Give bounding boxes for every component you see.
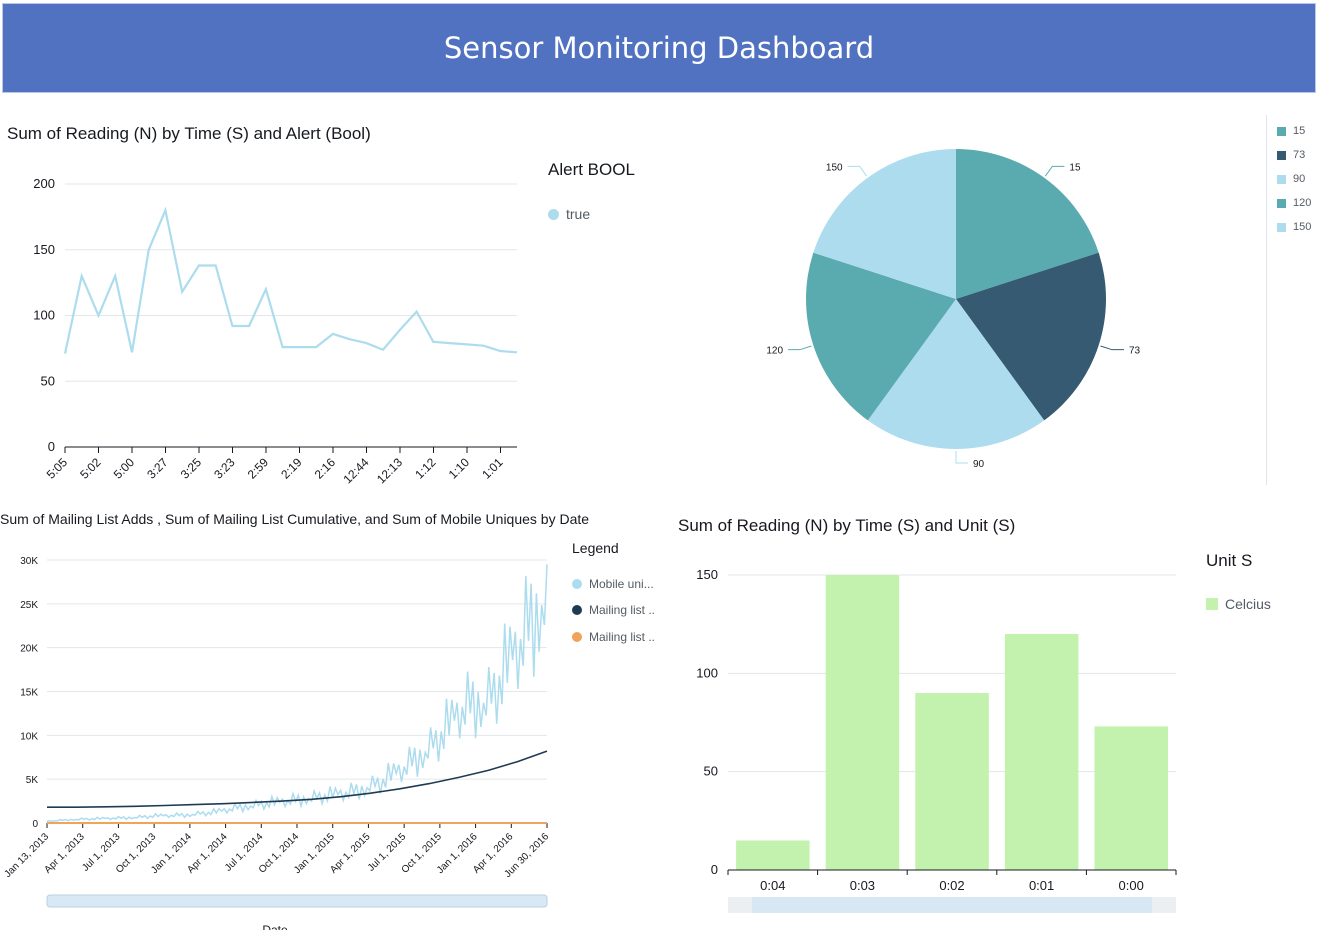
legend-swatch	[1277, 174, 1286, 184]
pie-legend-item[interactable]: 90	[1277, 173, 1305, 185]
y-tick-label: 50	[41, 373, 55, 388]
y-tick-label: 15K	[20, 688, 38, 699]
legend-item-label: Mailing list ..	[589, 630, 656, 644]
legend-swatch	[1206, 598, 1218, 610]
pie-legend-item[interactable]: 73	[1277, 149, 1305, 161]
x-tick-label: 5:00	[111, 455, 138, 482]
x-tick-label: 0:00	[1119, 878, 1144, 893]
pie-slice-label: 90	[973, 459, 985, 470]
y-tick-label: 5K	[26, 775, 39, 786]
bar	[1094, 726, 1168, 870]
legend-item-mobile-uniques[interactable]: Mobile uni...	[572, 577, 654, 591]
pie-leader-line	[1100, 345, 1124, 351]
y-tick-label: 20K	[20, 644, 38, 655]
line-alert-chart[interactable]: 0 50 100 150 200 5:05 5:02 5:00 3:27 3:25 3:23 2:59…	[0, 160, 540, 490]
y-tick-label: 0	[48, 439, 55, 454]
pie-legend-label: 73	[1293, 149, 1306, 161]
dashboard-title: Sensor Monitoring Dashboard	[443, 31, 875, 65]
legend-item-label: true	[566, 206, 591, 222]
bar-chart[interactable]: 0 50 100 150 0:04 0:03 0:02 0:01 0:00	[680, 555, 1200, 930]
mailing-legend-title: Legend	[572, 540, 619, 556]
y-tick-label: 10K	[20, 731, 38, 742]
pie-legend: 15 73 90 120 150	[1266, 115, 1320, 485]
pie-legend-item[interactable]: 150	[1277, 221, 1311, 233]
pie-slice-label: 15	[1069, 162, 1081, 173]
x-tick-label: 1:12	[412, 455, 439, 482]
x-tick-label: 5:05	[44, 455, 71, 482]
y-tick-label: 25K	[20, 600, 38, 611]
range-scrollbar-thumb	[752, 897, 1152, 913]
legend-swatch	[1277, 150, 1286, 160]
y-tick-label: 50	[704, 764, 718, 779]
y-tick-label: 30K	[20, 556, 38, 567]
legend-item-mailing-adds[interactable]: Mailing list ..	[572, 630, 655, 644]
x-tick-label: 1:01	[479, 455, 506, 482]
bar-legend-title: Unit S	[1206, 551, 1253, 570]
x-tick-label: Jan 13, 2013	[2, 831, 51, 880]
x-tick-label: 2:59	[245, 455, 272, 482]
pie-leader-line	[788, 345, 812, 351]
x-tick-label: 0:03	[850, 878, 875, 893]
bar	[825, 575, 900, 870]
pie-legend-label: 120	[1293, 197, 1312, 209]
x-tick-label: 12:13	[374, 455, 405, 486]
legend-item-mailing-cumulative[interactable]: Mailing list ..	[572, 603, 655, 617]
x-tick-label: 3:23	[211, 455, 238, 482]
legend-swatch	[1277, 222, 1286, 232]
y-tick-label: 150	[696, 567, 718, 582]
x-tick-label: 3:25	[178, 455, 205, 482]
pie-legend-item[interactable]: 15	[1277, 125, 1305, 137]
pie-legend-item[interactable]: 120	[1277, 197, 1311, 209]
y-tick-label: 100	[696, 665, 718, 680]
y-tick-label: 100	[33, 308, 55, 323]
x-tick-label: 3:27	[144, 455, 171, 482]
pie-leader-line	[955, 451, 968, 464]
y-tick-label: 150	[33, 242, 55, 257]
x-tick-label: 5:02	[77, 455, 104, 482]
pie-slice-label: 120	[766, 346, 783, 357]
bar	[736, 840, 810, 870]
legend-item-label: Mailing list ..	[589, 603, 656, 617]
bar-chart-title: Sum of Reading (N) by Time (S) and Unit …	[678, 516, 1016, 535]
range-scrollbar	[46, 894, 548, 908]
line-alert-chart-title: Sum of Reading (N) by Time (S) and Alert…	[7, 124, 371, 143]
x-tick-label: 12:44	[340, 455, 371, 486]
line-alert-legend-title: Alert BOOL	[548, 160, 635, 179]
y-tick-label: 0	[32, 819, 38, 830]
bar	[1004, 634, 1079, 870]
legend-swatch	[1277, 126, 1286, 136]
mailing-chart-title: Sum of Mailing List Adds , Sum of Mailin…	[0, 511, 590, 527]
legend-item-label: Celcius	[1225, 596, 1271, 612]
legend-item-label: Mobile uni...	[589, 577, 654, 591]
legend-swatch	[572, 605, 582, 615]
x-tick-label: 0:04	[760, 878, 785, 893]
x-axis-label: Date	[262, 923, 288, 930]
pie-legend-label: 90	[1293, 173, 1306, 185]
pie-slice-label: 150	[826, 162, 843, 173]
legend-swatch	[1277, 198, 1286, 208]
bar	[915, 693, 989, 870]
pie-slice-label: 73	[1129, 346, 1141, 357]
x-tick-label: 0:01	[1029, 878, 1054, 893]
pie-chart[interactable]: 15 73 90 120 150	[740, 125, 1170, 475]
legend-swatch	[548, 208, 559, 220]
legend-swatch	[572, 579, 582, 589]
mailing-chart[interactable]: 05K10K15K20K25K30KJan 13, 2013Apr 1, 201…	[0, 540, 560, 930]
legend-swatch	[572, 632, 582, 642]
x-tick-label: 2:19	[278, 455, 305, 482]
series-line-true	[63, 206, 518, 354]
pie-legend-label: 150	[1293, 221, 1312, 233]
legend-item-true[interactable]: true	[548, 206, 590, 222]
x-tick-label: 2:16	[312, 455, 339, 482]
x-tick-label: 0:02	[939, 878, 964, 893]
y-tick-label: 200	[33, 176, 55, 191]
x-tick-label: 1:10	[446, 455, 473, 482]
series-line-mobile-uniques	[46, 564, 548, 823]
pie-legend-label: 15	[1293, 125, 1306, 137]
dashboard-header: Sensor Monitoring Dashboard	[2, 3, 1316, 93]
y-tick-label: 0	[711, 862, 718, 877]
pie-leader-line	[847, 165, 868, 177]
pie-leader-line	[1044, 165, 1065, 177]
legend-item-celcius[interactable]: Celcius	[1206, 596, 1271, 612]
